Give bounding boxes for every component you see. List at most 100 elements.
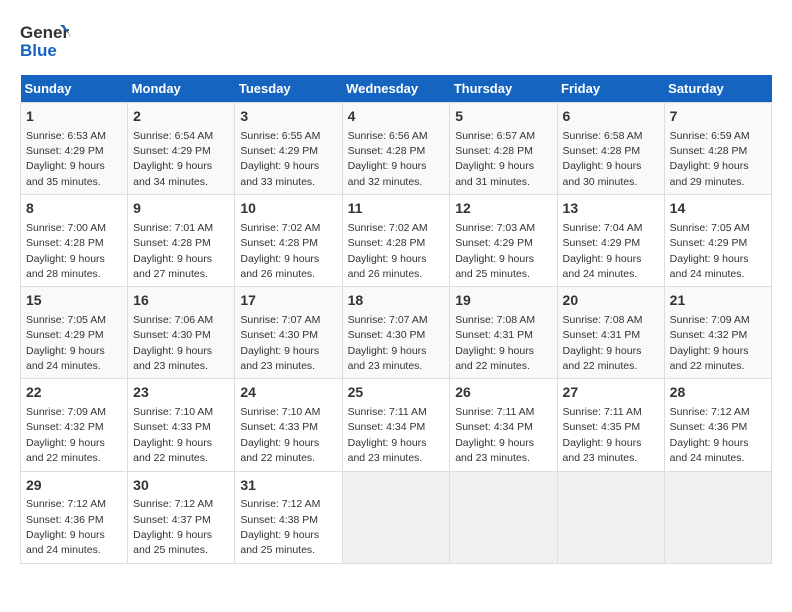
calendar-table: SundayMondayTuesdayWednesdayThursdayFrid… bbox=[20, 75, 772, 564]
day-number: 22 bbox=[26, 383, 122, 403]
cell-info: Sunrise: 7:12 AM Sunset: 4:38 PM Dayligh… bbox=[240, 498, 320, 556]
day-number: 23 bbox=[133, 383, 229, 403]
calendar-cell: 18 Sunrise: 7:07 AM Sunset: 4:30 PM Dayli… bbox=[342, 287, 450, 379]
day-number: 14 bbox=[670, 199, 766, 219]
cell-info: Sunrise: 6:58 AM Sunset: 4:28 PM Dayligh… bbox=[563, 130, 643, 188]
calendar-cell: 1 Sunrise: 6:53 AM Sunset: 4:29 PM Daylig… bbox=[21, 103, 128, 195]
calendar-cell: 9Sunrise: 7:01 AM Sunset: 4:28 PM Daylig… bbox=[128, 195, 235, 287]
header: GeneralBlue bbox=[20, 20, 772, 65]
day-number: 3 bbox=[240, 107, 336, 127]
cell-info: Sunrise: 7:12 AM Sunset: 4:37 PM Dayligh… bbox=[133, 498, 213, 556]
calendar-cell: 8 Sunrise: 7:00 AM Sunset: 4:28 PM Daylig… bbox=[21, 195, 128, 287]
cell-info: Sunrise: 7:02 AM Sunset: 4:28 PM Dayligh… bbox=[348, 222, 428, 280]
cell-info: Sunrise: 7:11 AM Sunset: 4:34 PM Dayligh… bbox=[455, 406, 534, 464]
calendar-cell: 6 Sunrise: 6:58 AM Sunset: 4:28 PM Daylig… bbox=[557, 103, 664, 195]
cell-info: Sunrise: 7:05 AM Sunset: 4:29 PM Dayligh… bbox=[26, 314, 106, 372]
calendar-cell: 2Sunrise: 6:54 AM Sunset: 4:29 PM Daylig… bbox=[128, 103, 235, 195]
cell-info: Sunrise: 7:08 AM Sunset: 4:31 PM Dayligh… bbox=[563, 314, 643, 372]
calendar-cell: 16 Sunrise: 7:06 AM Sunset: 4:30 PM Dayli… bbox=[128, 287, 235, 379]
calendar-cell bbox=[664, 471, 771, 563]
calendar-cell: 23 Sunrise: 7:10 AM Sunset: 4:33 PM Dayli… bbox=[128, 379, 235, 471]
logo-svg: GeneralBlue bbox=[20, 20, 70, 65]
calendar-cell bbox=[557, 471, 664, 563]
cell-info: Sunrise: 7:12 AM Sunset: 4:36 PM Dayligh… bbox=[670, 406, 750, 464]
calendar-cell: 29Sunrise: 7:12 AM Sunset: 4:36 PM Dayli… bbox=[21, 471, 128, 563]
cell-info: Sunrise: 7:04 AM Sunset: 4:29 PM Dayligh… bbox=[563, 222, 643, 280]
cell-info: Sunrise: 7:11 AM Sunset: 4:34 PM Dayligh… bbox=[348, 406, 427, 464]
calendar-cell bbox=[450, 471, 557, 563]
day-number: 26 bbox=[455, 383, 551, 403]
day-number: 10 bbox=[240, 199, 336, 219]
day-number: 2 bbox=[133, 107, 229, 127]
cell-info: Sunrise: 7:08 AM Sunset: 4:31 PM Dayligh… bbox=[455, 314, 535, 372]
calendar-cell: 4 Sunrise: 6:56 AM Sunset: 4:28 PM Daylig… bbox=[342, 103, 450, 195]
cell-info: Sunrise: 7:10 AM Sunset: 4:33 PM Dayligh… bbox=[240, 406, 320, 464]
cell-info: Sunrise: 7:10 AM Sunset: 4:33 PM Dayligh… bbox=[133, 406, 213, 464]
calendar-cell: 19 Sunrise: 7:08 AM Sunset: 4:31 PM Dayli… bbox=[450, 287, 557, 379]
day-header-sunday: Sunday bbox=[21, 75, 128, 103]
day-header-wednesday: Wednesday bbox=[342, 75, 450, 103]
day-number: 16 bbox=[133, 291, 229, 311]
logo: GeneralBlue bbox=[20, 20, 70, 65]
day-number: 1 bbox=[26, 107, 122, 127]
cell-info: Sunrise: 6:53 AM Sunset: 4:29 PM Dayligh… bbox=[26, 130, 106, 188]
calendar-cell: 7 Sunrise: 6:59 AM Sunset: 4:28 PM Daylig… bbox=[664, 103, 771, 195]
cell-info: Sunrise: 7:07 AM Sunset: 4:30 PM Dayligh… bbox=[348, 314, 428, 372]
cell-info: Sunrise: 7:06 AM Sunset: 4:30 PM Dayligh… bbox=[133, 314, 213, 372]
cell-info: Sunrise: 6:57 AM Sunset: 4:28 PM Dayligh… bbox=[455, 130, 535, 188]
calendar-cell: 27 Sunrise: 7:11 AM Sunset: 4:35 PM Dayli… bbox=[557, 379, 664, 471]
calendar-cell: 20 Sunrise: 7:08 AM Sunset: 4:31 PM Dayli… bbox=[557, 287, 664, 379]
day-number: 19 bbox=[455, 291, 551, 311]
calendar-cell: 14 Sunrise: 7:05 AM Sunset: 4:29 PM Dayli… bbox=[664, 195, 771, 287]
calendar-cell: 21Sunrise: 7:09 AM Sunset: 4:32 PM Dayli… bbox=[664, 287, 771, 379]
calendar-cell: 15 Sunrise: 7:05 AM Sunset: 4:29 PM Dayli… bbox=[21, 287, 128, 379]
day-number: 13 bbox=[563, 199, 659, 219]
calendar-cell bbox=[342, 471, 450, 563]
calendar-cell: 25Sunrise: 7:11 AM Sunset: 4:34 PM Dayli… bbox=[342, 379, 450, 471]
cell-info: Sunrise: 7:11 AM Sunset: 4:35 PM Dayligh… bbox=[563, 406, 642, 464]
calendar-cell: 3 Sunrise: 6:55 AM Sunset: 4:29 PM Daylig… bbox=[235, 103, 342, 195]
day-header-tuesday: Tuesday bbox=[235, 75, 342, 103]
day-number: 28 bbox=[670, 383, 766, 403]
day-number: 4 bbox=[348, 107, 445, 127]
day-header-monday: Monday bbox=[128, 75, 235, 103]
cell-info: Sunrise: 6:59 AM Sunset: 4:28 PM Dayligh… bbox=[670, 130, 750, 188]
calendar-cell: 5 Sunrise: 6:57 AM Sunset: 4:28 PM Daylig… bbox=[450, 103, 557, 195]
calendar-cell: 26 Sunrise: 7:11 AM Sunset: 4:34 PM Dayli… bbox=[450, 379, 557, 471]
cell-info: Sunrise: 6:55 AM Sunset: 4:29 PM Dayligh… bbox=[240, 130, 320, 188]
day-number: 7 bbox=[670, 107, 766, 127]
cell-info: Sunrise: 7:03 AM Sunset: 4:29 PM Dayligh… bbox=[455, 222, 535, 280]
day-number: 31 bbox=[240, 476, 336, 496]
day-number: 24 bbox=[240, 383, 336, 403]
calendar-cell: 13 Sunrise: 7:04 AM Sunset: 4:29 PM Dayli… bbox=[557, 195, 664, 287]
day-number: 12 bbox=[455, 199, 551, 219]
calendar-cell: 31Sunrise: 7:12 AM Sunset: 4:38 PM Dayli… bbox=[235, 471, 342, 563]
calendar-cell: 28 Sunrise: 7:12 AM Sunset: 4:36 PM Dayli… bbox=[664, 379, 771, 471]
day-number: 5 bbox=[455, 107, 551, 127]
cell-info: Sunrise: 7:09 AM Sunset: 4:32 PM Dayligh… bbox=[26, 406, 106, 464]
cell-info: Sunrise: 7:05 AM Sunset: 4:29 PM Dayligh… bbox=[670, 222, 750, 280]
cell-info: Sunrise: 7:09 AM Sunset: 4:32 PM Dayligh… bbox=[670, 314, 750, 372]
calendar-cell: 30Sunrise: 7:12 AM Sunset: 4:37 PM Dayli… bbox=[128, 471, 235, 563]
svg-text:Blue: Blue bbox=[20, 41, 57, 60]
calendar-cell: 24 Sunrise: 7:10 AM Sunset: 4:33 PM Dayli… bbox=[235, 379, 342, 471]
calendar-cell: 10 Sunrise: 7:02 AM Sunset: 4:28 PM Dayli… bbox=[235, 195, 342, 287]
day-header-saturday: Saturday bbox=[664, 75, 771, 103]
day-number: 6 bbox=[563, 107, 659, 127]
day-header-thursday: Thursday bbox=[450, 75, 557, 103]
cell-info: Sunrise: 7:02 AM Sunset: 4:28 PM Dayligh… bbox=[240, 222, 320, 280]
header-row: SundayMondayTuesdayWednesdayThursdayFrid… bbox=[21, 75, 772, 103]
day-number: 15 bbox=[26, 291, 122, 311]
calendar-cell: 12 Sunrise: 7:03 AM Sunset: 4:29 PM Dayli… bbox=[450, 195, 557, 287]
day-number: 20 bbox=[563, 291, 659, 311]
day-number: 18 bbox=[348, 291, 445, 311]
cell-info: Sunrise: 7:00 AM Sunset: 4:28 PM Dayligh… bbox=[26, 222, 106, 280]
calendar-cell: 17Sunrise: 7:07 AM Sunset: 4:30 PM Dayli… bbox=[235, 287, 342, 379]
cell-info: Sunrise: 6:56 AM Sunset: 4:28 PM Dayligh… bbox=[348, 130, 428, 188]
day-number: 27 bbox=[563, 383, 659, 403]
calendar-cell: 22 Sunrise: 7:09 AM Sunset: 4:32 PM Dayli… bbox=[21, 379, 128, 471]
cell-info: Sunrise: 7:12 AM Sunset: 4:36 PM Dayligh… bbox=[26, 498, 106, 556]
cell-info: Sunrise: 7:07 AM Sunset: 4:30 PM Dayligh… bbox=[240, 314, 320, 372]
day-number: 8 bbox=[26, 199, 122, 219]
day-number: 30 bbox=[133, 476, 229, 496]
